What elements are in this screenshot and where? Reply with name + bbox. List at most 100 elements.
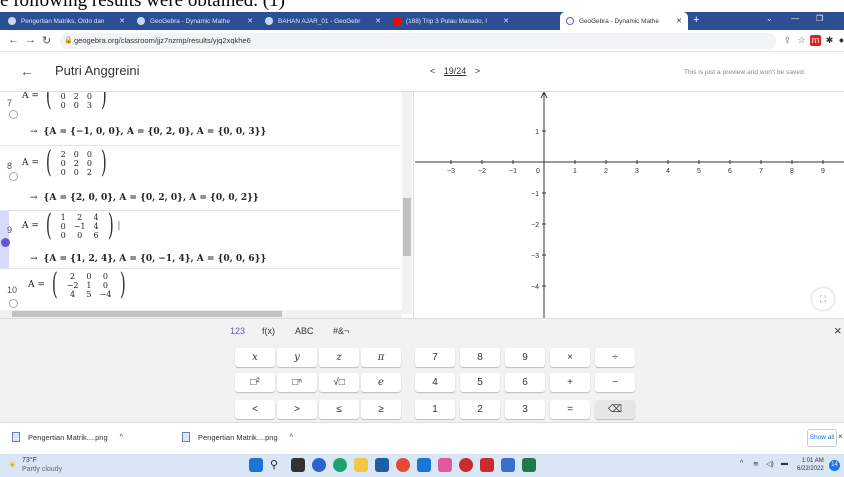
store-icon[interactable] bbox=[375, 458, 389, 472]
back-arrow-icon[interactable]: ← bbox=[8, 34, 19, 46]
opera-icon[interactable] bbox=[459, 458, 473, 472]
key-square[interactable]: □² bbox=[235, 373, 275, 392]
url-input[interactable]: 🔒 geogebra.org/classroom/jjz7nzmp/results… bbox=[60, 33, 776, 49]
visibility-toggle[interactable] bbox=[9, 172, 18, 181]
visibility-toggle[interactable] bbox=[9, 110, 18, 119]
downloads-close-button[interactable]: × bbox=[838, 432, 843, 441]
search-icon[interactable]: ⚲ bbox=[270, 458, 284, 472]
algebra-row-selected[interactable]: 9 A = ( 124 0 −1 4 006 ) | → {A = {1, 2, 4},… bbox=[0, 211, 400, 269]
browser-tab[interactable]: (188) Trip 3 Pulau Manado, I ✕ bbox=[387, 12, 515, 30]
browser-tab[interactable]: GeoGebra - Dynamic Mathe ✕ bbox=[131, 12, 259, 30]
key-equals[interactable]: = bbox=[550, 400, 590, 419]
key-6[interactable]: 6 bbox=[505, 373, 545, 392]
wifi-icon[interactable]: ≋ bbox=[753, 460, 759, 468]
keyboard-close-button[interactable]: × bbox=[834, 323, 842, 338]
chrome-icon[interactable] bbox=[396, 458, 410, 472]
browser-tab-active[interactable]: GeoGebra - Dynamic Mathe ✕ bbox=[560, 12, 688, 30]
tab-123[interactable]: 123 bbox=[230, 326, 245, 336]
chevron-up-icon[interactable]: ^ bbox=[290, 434, 293, 441]
key-sqrt[interactable]: √□ bbox=[319, 373, 359, 392]
close-icon[interactable]: ✕ bbox=[371, 17, 381, 25]
fullscreen-icon[interactable]: ⛶ bbox=[812, 288, 834, 310]
edge-icon[interactable] bbox=[333, 458, 347, 472]
key-power[interactable]: □ⁿ bbox=[277, 373, 317, 392]
app-icon[interactable] bbox=[501, 458, 515, 472]
start-windows-icon[interactable] bbox=[249, 458, 263, 472]
forward-arrow-icon[interactable]: → bbox=[25, 34, 36, 46]
clock[interactable]: 1:01 AM 6/22/2022 bbox=[797, 457, 824, 473]
key-x[interactable]: x bbox=[235, 348, 275, 367]
app-icon[interactable] bbox=[438, 458, 452, 472]
app-icon[interactable] bbox=[417, 458, 431, 472]
key-2[interactable]: 2 bbox=[460, 400, 500, 419]
close-icon[interactable]: ✕ bbox=[499, 17, 509, 25]
matrix-input[interactable]: A = ( 124 0 −1 4 006 ) | bbox=[22, 211, 120, 241]
show-all-button[interactable]: Show all bbox=[807, 429, 837, 447]
key-less[interactable]: < bbox=[235, 400, 275, 419]
algebra-row[interactable]: 8 A = ( 200 020 002 ) → {A = {2, 0, 0}, A… bbox=[0, 147, 400, 211]
key-minus[interactable]: − bbox=[595, 373, 635, 392]
reload-icon[interactable]: ↻ bbox=[42, 34, 51, 47]
key-3[interactable]: 3 bbox=[505, 400, 545, 419]
matrix-input[interactable]: A = ( 100 020 003 ) bbox=[22, 92, 110, 111]
key-z[interactable]: z bbox=[319, 348, 359, 367]
extensions-puzzle-icon[interactable]: ✱ bbox=[824, 35, 835, 46]
browser-tab[interactable]: BAHAN AJAR_01 - GeoGebr ✕ bbox=[259, 12, 387, 30]
chevron-down-icon[interactable]: ⌄ bbox=[766, 14, 773, 23]
app-icon[interactable] bbox=[480, 458, 494, 472]
tab-functions[interactable]: f(x) bbox=[262, 326, 275, 336]
key-plus[interactable]: + bbox=[550, 373, 590, 392]
key-greater-equal[interactable]: ≥ bbox=[361, 400, 401, 419]
key-4[interactable]: 4 bbox=[415, 373, 455, 392]
browser-tab[interactable]: Pengertian Matriks, Ordo dan ✕ bbox=[2, 12, 131, 30]
matrix-input[interactable]: A = ( 200 020 002 ) bbox=[22, 148, 110, 178]
restore-button[interactable]: ❐ bbox=[816, 14, 823, 23]
algebra-row[interactable]: 7 A = ( 100 020 003 ) →{A = {−1, 0, 0}, … bbox=[0, 92, 400, 146]
volume-icon[interactable]: ◁) bbox=[766, 460, 774, 468]
close-icon[interactable]: ✕ bbox=[115, 17, 125, 25]
share-icon[interactable]: ⇪ bbox=[782, 35, 793, 46]
key-divide[interactable]: ÷ bbox=[595, 348, 635, 367]
pager-next-button[interactable]: > bbox=[475, 66, 480, 76]
bookmark-star-icon[interactable]: ☆ bbox=[796, 35, 807, 46]
minimize-button[interactable]: — bbox=[791, 14, 799, 23]
scrollbar-thumb[interactable] bbox=[12, 311, 282, 317]
download-item[interactable]: Pengertian Matrik....png ^ bbox=[12, 432, 123, 442]
key-greater[interactable]: > bbox=[277, 400, 317, 419]
chevron-up-icon[interactable]: ^ bbox=[740, 460, 743, 467]
key-pi[interactable]: π bbox=[361, 348, 401, 367]
battery-icon[interactable]: ▬ bbox=[781, 460, 788, 467]
tab-abc[interactable]: ABC bbox=[295, 326, 314, 336]
visibility-toggle[interactable] bbox=[1, 238, 10, 247]
download-item[interactable]: Pengertian Matrik....png ^ bbox=[182, 432, 293, 442]
scrollbar-thumb[interactable] bbox=[403, 198, 411, 256]
task-view-icon[interactable] bbox=[291, 458, 305, 472]
key-less-equal[interactable]: ≤ bbox=[319, 400, 359, 419]
key-9[interactable]: 9 bbox=[505, 348, 545, 367]
key-1[interactable]: 1 bbox=[415, 400, 455, 419]
key-y[interactable]: y bbox=[277, 348, 317, 367]
back-button[interactable]: ← bbox=[20, 63, 34, 79]
algebra-horizontal-scrollbar[interactable] bbox=[0, 310, 402, 318]
key-multiply[interactable]: × bbox=[550, 348, 590, 367]
extension-icon[interactable]: m bbox=[810, 35, 821, 46]
tab-symbols[interactable]: #&¬ bbox=[333, 326, 349, 336]
pager-prev-button[interactable]: < bbox=[430, 66, 435, 76]
close-icon[interactable]: ✕ bbox=[243, 17, 253, 25]
key-5[interactable]: 5 bbox=[460, 373, 500, 392]
graphics-view[interactable]: −3 −2 −1 0 1 2 3 4 5 6 7 8 9 1 −1 −2 −3 −4 bbox=[415, 92, 844, 318]
pager-value[interactable]: 19/24 bbox=[444, 66, 467, 76]
key-backspace[interactable]: ⌫ bbox=[595, 400, 635, 419]
chevron-up-icon[interactable]: ^ bbox=[120, 434, 123, 441]
weather-widget[interactable]: 73°F Partly cloudy bbox=[22, 456, 62, 474]
new-tab-button[interactable]: + bbox=[693, 14, 699, 26]
key-7[interactable]: 7 bbox=[415, 348, 455, 367]
chat-icon[interactable] bbox=[312, 458, 326, 472]
algebra-vertical-scrollbar[interactable] bbox=[402, 92, 412, 314]
key-8[interactable]: 8 bbox=[460, 348, 500, 367]
excel-icon[interactable] bbox=[522, 458, 536, 472]
visibility-toggle[interactable] bbox=[9, 299, 18, 308]
file-explorer-icon[interactable] bbox=[354, 458, 368, 472]
profile-avatar-icon[interactable]: ● bbox=[836, 35, 844, 46]
close-icon[interactable]: ✕ bbox=[672, 17, 682, 25]
